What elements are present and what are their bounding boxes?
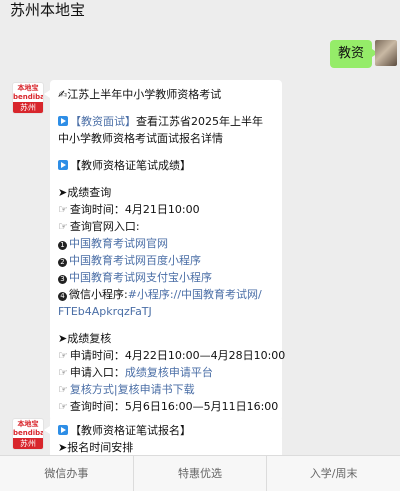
review-entrance: ☞ 申请入口：成绩复核申请平台 <box>58 366 213 379</box>
pointing-hand-icon: ☞ <box>58 400 68 413</box>
menu-school-weekend[interactable]: 入学/周末 <box>267 456 400 491</box>
chat-area[interactable]: 教资 本地宝bendibao 苏州 ✍江苏上半年中小学教师资格考试 【教资面试】… <box>0 36 400 456</box>
review-time: ☞ 申请时间：4月22日10:00—4月28日10:00 <box>58 349 286 362</box>
pointing-hand-icon: ☞ <box>58 366 68 379</box>
review-title: ➤成绩复核 <box>58 332 112 345</box>
play-icon <box>58 425 68 435</box>
query-link-1[interactable]: 1 中国教育考试网官网 <box>58 235 274 252</box>
avatar-brand-text: 本地宝bendibao <box>13 84 43 101</box>
score-header: 【教师资格证笔试成绩】 <box>58 157 274 174</box>
wechat-line: 4 微信小程序:#小程序://中国教育考试网/ <box>58 286 274 303</box>
wechat-link[interactable]: #小程序://中国教育考试网/ <box>128 288 262 301</box>
interview-line: 【教资面试】查看江苏省2025年上半年 <box>58 113 274 130</box>
play-icon <box>58 160 68 170</box>
pointing-hand-icon: ☞ <box>58 220 68 233</box>
circled-3-icon: 3 <box>58 275 67 284</box>
menu-wechat-service[interactable]: 微信办事 <box>0 456 134 491</box>
interview-tag-link[interactable]: 【教资面试】 <box>70 115 136 128</box>
bot-avatar[interactable]: 本地宝bendibao 苏州 <box>12 82 44 114</box>
enroll-schedule: ➤报名时间安排 <box>58 441 134 454</box>
pointing-hand-icon: ☞ <box>58 383 68 396</box>
bot-avatar-2[interactable]: 本地宝bendibao 苏州 <box>12 418 44 450</box>
review-query-time: ☞ 查询时间：5月6日16:00—5月11日16:00 <box>58 400 279 413</box>
avatar-city: 苏州 <box>13 102 43 113</box>
review-entrance-link[interactable]: 成绩复核申请平台 <box>125 366 213 379</box>
avatar-brand-text: 本地宝bendibao <box>13 420 43 437</box>
bot-message: ✍江苏上半年中小学教师资格考试 【教资面试】查看江苏省2025年上半年 中小学教… <box>44 80 286 421</box>
interview-text-cont: 中小学教师资格考试面试报名详情 <box>58 132 223 145</box>
bot-message-2: 【教师资格证笔试报名】 ➤报名时间安排 <box>44 416 282 456</box>
bottom-menu: 微信办事 特惠优选 入学/周末 <box>0 455 400 491</box>
user-avatar[interactable] <box>375 40 397 66</box>
circled-2-icon: 2 <box>58 258 67 267</box>
pointing-hand-icon: ☞ <box>58 349 68 362</box>
query-time: ☞ 查询时间：4月21日10:00 <box>58 203 200 216</box>
query-entrance: ☞ 查询官网入口: <box>58 220 140 233</box>
user-message: 教资 <box>329 40 379 68</box>
chat-header: 苏州本地宝 <box>0 0 400 36</box>
enroll-header: 【教师资格证笔试报名】 <box>58 422 274 439</box>
circled-4-icon: 4 <box>58 292 67 301</box>
play-icon <box>58 116 68 126</box>
message-title: ✍江苏上半年中小学教师资格考试 <box>58 88 222 101</box>
avatar-city: 苏州 <box>13 438 43 449</box>
pointing-hand-icon: ☞ <box>58 203 68 216</box>
query-link-2[interactable]: 2 中国教育考试网百度小程序 <box>58 252 274 269</box>
interview-text: 查看江苏省2025年上半年 <box>136 115 263 128</box>
circled-1-icon: 1 <box>58 241 67 250</box>
query-title: ➤成绩查询 <box>58 186 112 199</box>
query-link-3[interactable]: 3 中国教育考试网支付宝小程序 <box>58 269 274 286</box>
account-title: 苏州本地宝 <box>10 1 86 19</box>
menu-deals[interactable]: 特惠优选 <box>134 456 268 491</box>
wechat-link-cont[interactable]: FTEb4ApkrqzFaTJ <box>58 303 274 320</box>
review-method[interactable]: ☞ 复核方式|复核申请书下载 <box>58 381 274 398</box>
